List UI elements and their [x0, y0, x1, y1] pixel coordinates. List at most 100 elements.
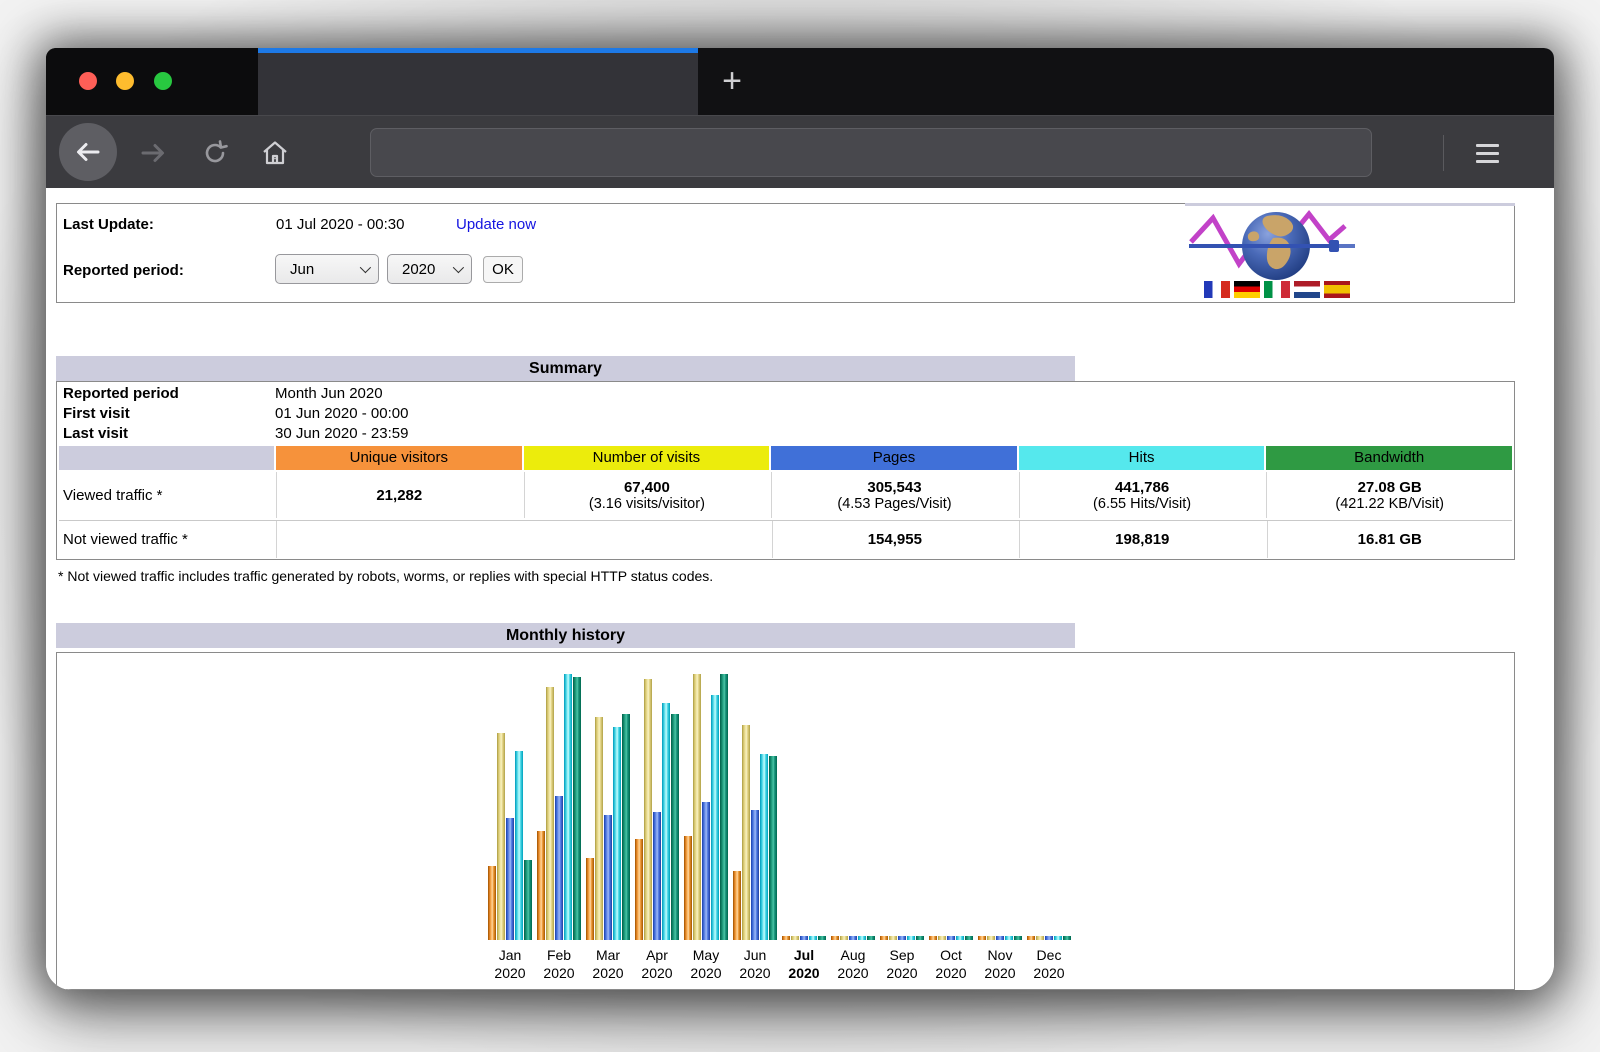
reported-period-row-value: Month Jun 2020 — [275, 385, 383, 402]
url-address-bar[interactable] — [370, 128, 1372, 177]
browser-tab[interactable] — [258, 48, 698, 115]
close-window-button[interactable] — [79, 72, 97, 90]
bar-group-jun-2020 — [733, 725, 777, 940]
bar-group-jul-2020 — [782, 936, 826, 940]
maximize-window-button[interactable] — [154, 72, 172, 90]
bar-hits — [907, 936, 915, 940]
last-visit-row-label: Last visit — [59, 425, 275, 442]
bar-group-nov-2020 — [978, 936, 1022, 940]
menu-button[interactable] — [1466, 134, 1508, 172]
first-visit-row-value: 01 Jun 2020 - 00:00 — [275, 405, 408, 422]
bar-hits — [1005, 936, 1013, 940]
column-header-pages: Pages — [771, 446, 1017, 470]
not-viewed-footnote: * Not viewed traffic includes traffic ge… — [58, 568, 713, 584]
browser-tab-strip: + — [46, 48, 1554, 115]
bar-unique-visitors — [684, 836, 692, 940]
bar-pages — [751, 810, 759, 940]
awstats-logo — [1187, 208, 1367, 280]
bar-bandwidth — [573, 677, 581, 940]
back-button[interactable] — [59, 123, 117, 181]
summary-column-headers: Unique visitorsNumber of visitsPagesHits… — [59, 446, 1512, 470]
viewed-value-pages: 305,543(4.53 Pages/Visit) — [771, 472, 1017, 518]
bar-number-of-visits — [497, 733, 505, 940]
month-select[interactable]: Jun — [275, 254, 379, 284]
bar-number-of-visits — [644, 679, 652, 940]
bar-number-of-visits — [840, 936, 848, 940]
year-select-value: 2020 — [402, 261, 435, 278]
bar-unique-visitors — [537, 831, 545, 940]
report-header-box: Last Update: 01 Jul 2020 - 00:30 Update … — [56, 203, 1515, 303]
forward-button[interactable] — [134, 134, 172, 172]
bar-pages — [996, 936, 1004, 940]
bar-group-oct-2020 — [929, 936, 973, 940]
bar-hits — [564, 674, 572, 940]
bar-number-of-visits — [742, 725, 750, 940]
month-label-jul-2020: Jul2020 — [779, 946, 829, 982]
chevron-down-icon — [360, 262, 371, 273]
not-viewed-empty-cell — [276, 521, 770, 558]
bar-group-dec-2020 — [1027, 936, 1071, 940]
not-viewed-traffic-label: Not viewed traffic * — [59, 521, 274, 558]
minimize-window-button[interactable] — [116, 72, 134, 90]
month-label-oct-2020: Oct2020 — [926, 946, 976, 982]
column-header-bandwidth: Bandwidth — [1266, 446, 1512, 470]
flag-germany-icon[interactable] — [1234, 281, 1260, 298]
toolbar-divider — [1443, 135, 1444, 171]
month-label-nov-2020: Nov2020 — [975, 946, 1025, 982]
monthly-history-title: Monthly history — [56, 623, 1075, 648]
reload-button[interactable] — [196, 134, 234, 172]
bar-pages — [702, 802, 710, 940]
summary-info-row: Reported period Month Jun 2020 — [59, 383, 1512, 403]
update-now-link[interactable]: Update now — [456, 216, 536, 233]
bar-hits — [858, 936, 866, 940]
bar-pages — [604, 815, 612, 940]
column-header-unique-visitors: Unique visitors — [276, 446, 522, 470]
summary-corner-cell — [59, 446, 274, 470]
bar-number-of-visits — [987, 936, 995, 940]
bar-hits — [711, 695, 719, 940]
active-tab-indicator — [258, 48, 698, 53]
bar-unique-visitors — [929, 936, 937, 940]
home-icon — [260, 138, 290, 168]
flag-spain-icon[interactable] — [1324, 281, 1350, 298]
reported-period-label: Reported period: — [63, 262, 184, 279]
bar-hits — [956, 936, 964, 940]
home-button[interactable] — [256, 134, 294, 172]
bar-hits — [1054, 936, 1062, 940]
bar-pages — [555, 796, 563, 940]
bar-bandwidth — [965, 936, 973, 940]
not-viewed-value-hits: 198,819 — [1019, 521, 1264, 558]
bar-group-feb-2020 — [537, 674, 581, 940]
bar-pages — [800, 936, 808, 940]
year-select[interactable]: 2020 — [387, 254, 472, 284]
flag-netherlands-icon[interactable] — [1294, 281, 1320, 298]
ok-button[interactable]: OK — [483, 256, 523, 283]
bar-group-sep-2020 — [880, 936, 924, 940]
bar-pages — [1045, 936, 1053, 940]
month-label-jan-2020: Jan2020 — [485, 946, 535, 982]
bar-group-may-2020 — [684, 674, 728, 940]
column-header-number-of-visits: Number of visits — [524, 446, 770, 470]
window-controls — [46, 48, 258, 115]
column-header-hits: Hits — [1019, 446, 1265, 470]
month-label-dec-2020: Dec2020 — [1024, 946, 1074, 982]
flag-france-icon[interactable] — [1204, 281, 1230, 298]
bar-bandwidth — [1063, 936, 1071, 940]
viewed-value-number-of-visits: 67,400(3.16 visits/visitor) — [524, 472, 770, 518]
bar-hits — [760, 754, 768, 940]
month-label-may-2020: May2020 — [681, 946, 731, 982]
bar-bandwidth — [622, 714, 630, 940]
bar-bandwidth — [769, 756, 777, 940]
month-label-jun-2020: Jun2020 — [730, 946, 780, 982]
summary-info-row: First visit 01 Jun 2020 - 00:00 — [59, 403, 1512, 423]
viewed-traffic-row: Viewed traffic *21,28267,400(3.16 visits… — [59, 472, 1512, 518]
month-label-sep-2020: Sep2020 — [877, 946, 927, 982]
bar-number-of-visits — [546, 687, 554, 940]
bar-number-of-visits — [938, 936, 946, 940]
bar-unique-visitors — [831, 936, 839, 940]
bar-pages — [947, 936, 955, 940]
flag-italy-icon[interactable] — [1264, 281, 1290, 298]
new-tab-button[interactable]: + — [706, 48, 758, 115]
summary-info-row: Last visit 30 Jun 2020 - 23:59 — [59, 423, 1512, 443]
month-label-aug-2020: Aug2020 — [828, 946, 878, 982]
